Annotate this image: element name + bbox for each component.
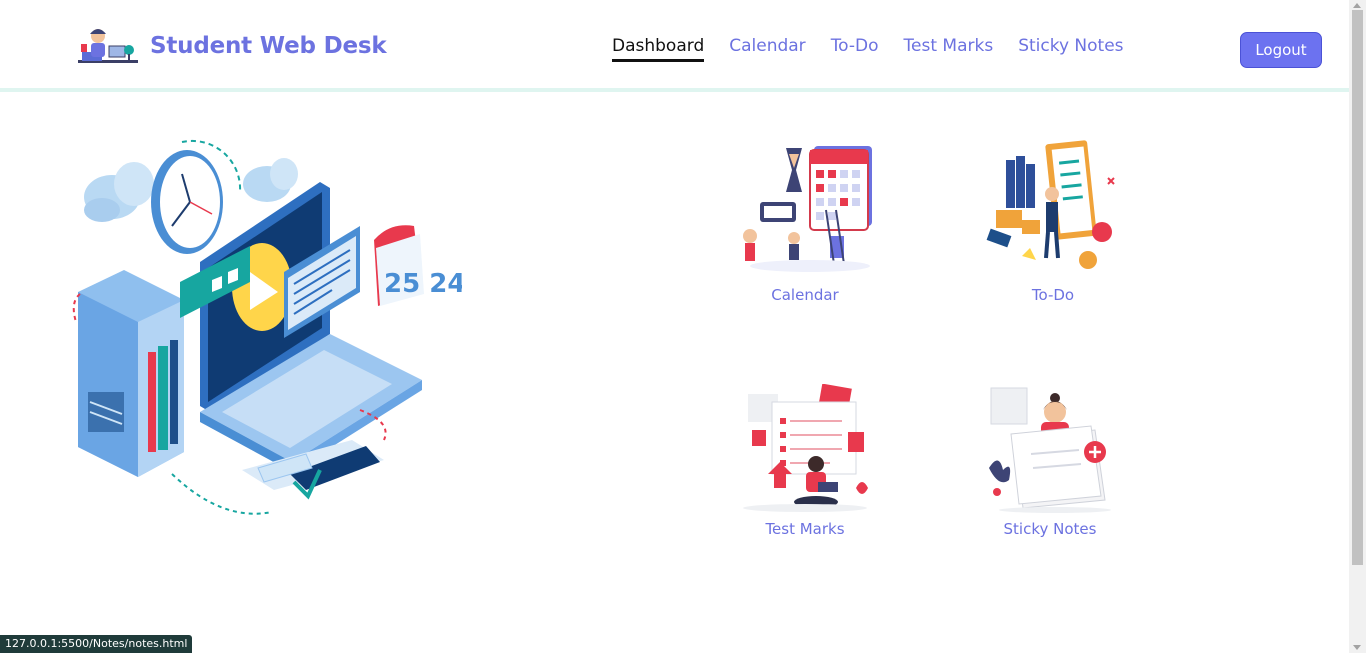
clock-icon	[151, 139, 242, 254]
student-desk-logo-icon	[78, 29, 138, 63]
todo-illustration-icon	[986, 140, 1115, 269]
status-bar-url: 127.0.0.1:5500/Notes/notes.html	[0, 635, 193, 653]
top-navbar: Student Web Desk Dashboard Calendar To-D…	[0, 0, 1349, 92]
cloud-icon	[243, 158, 298, 202]
test-marks-card[interactable]: Test Marks	[725, 384, 885, 538]
calendar-card[interactable]: Calendar	[725, 140, 885, 304]
sticky-notes-card[interactable]: Sticky Notes	[970, 384, 1130, 538]
main-nav: Dashboard Calendar To-Do Test Marks Stic…	[612, 36, 1149, 62]
scrollbar-thumb[interactable]	[1352, 10, 1363, 565]
scroll-down-arrow-icon[interactable]	[1353, 645, 1361, 650]
test-marks-illustration-icon	[743, 384, 868, 512]
server-tower-icon	[78, 270, 184, 477]
logout-button[interactable]: Logout	[1240, 32, 1322, 68]
calendar-illustration-icon	[743, 146, 872, 272]
nav-dashboard[interactable]: Dashboard	[612, 36, 705, 62]
vertical-scrollbar[interactable]	[1349, 0, 1366, 653]
hero-illustration: 25 24	[62, 122, 465, 532]
isometric-workspace-illustration: 25 24	[72, 139, 465, 515]
laptop-icon	[200, 182, 422, 472]
brand-title: Student Web Desk	[150, 33, 387, 59]
calendar-card-icon: 25 24	[374, 225, 465, 306]
nav-calendar[interactable]: Calendar	[729, 36, 805, 62]
todo-card-label: To-Do	[1031, 286, 1075, 304]
brand[interactable]: Student Web Desk	[76, 24, 387, 68]
test-marks-card-label: Test Marks	[765, 520, 845, 538]
cloud-icon	[84, 162, 154, 222]
nav-test-marks[interactable]: Test Marks	[904, 36, 994, 62]
nav-sticky-notes[interactable]: Sticky Notes	[1018, 36, 1123, 62]
nav-todo[interactable]: To-Do	[831, 36, 879, 62]
scroll-up-arrow-icon[interactable]	[1353, 3, 1361, 8]
sticky-notes-card-label: Sticky Notes	[1003, 520, 1097, 538]
calendar-digits: 25 24	[384, 269, 462, 299]
calendar-card-label: Calendar	[771, 286, 839, 304]
todo-card[interactable]: To-Do	[973, 136, 1133, 304]
sticky-notes-illustration-icon	[989, 387, 1111, 513]
